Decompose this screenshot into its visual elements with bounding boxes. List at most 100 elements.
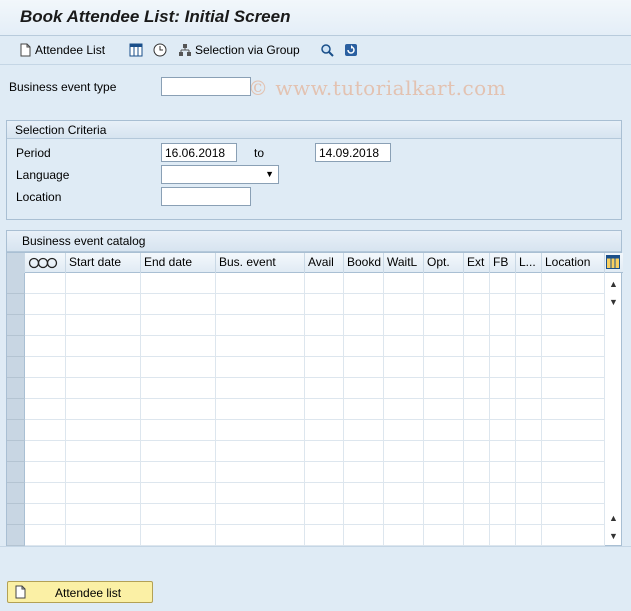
history-button[interactable] bbox=[153, 41, 167, 59]
row-selector[interactable] bbox=[7, 273, 25, 294]
table-cell[interactable] bbox=[424, 336, 464, 357]
table-cell[interactable] bbox=[216, 525, 305, 546]
row-selector[interactable] bbox=[7, 483, 25, 504]
table-cell[interactable] bbox=[216, 462, 305, 483]
table-cell[interactable] bbox=[66, 273, 141, 294]
table-cell[interactable] bbox=[464, 315, 490, 336]
period-from-input[interactable] bbox=[161, 143, 237, 162]
table-cell[interactable] bbox=[490, 483, 516, 504]
table-cell[interactable] bbox=[216, 294, 305, 315]
table-cell[interactable] bbox=[516, 315, 542, 336]
table-cell[interactable] bbox=[490, 462, 516, 483]
table-cell[interactable] bbox=[25, 462, 66, 483]
table-cell[interactable] bbox=[66, 357, 141, 378]
table-cell[interactable] bbox=[384, 315, 424, 336]
chevron-down-icon[interactable]: ▼ bbox=[265, 169, 274, 179]
table-row[interactable] bbox=[7, 525, 605, 546]
table-cell[interactable] bbox=[424, 273, 464, 294]
table-cell[interactable] bbox=[66, 420, 141, 441]
table-cell[interactable] bbox=[384, 378, 424, 399]
column-header-ext[interactable]: Ext bbox=[464, 253, 490, 273]
table-cell[interactable] bbox=[490, 315, 516, 336]
column-header-location[interactable]: Location bbox=[542, 253, 605, 273]
table-cell[interactable] bbox=[25, 483, 66, 504]
table-cell[interactable] bbox=[464, 462, 490, 483]
table-cell[interactable] bbox=[516, 357, 542, 378]
table-cell[interactable] bbox=[516, 462, 542, 483]
table-cell[interactable] bbox=[424, 525, 464, 546]
table-cell[interactable] bbox=[542, 294, 605, 315]
table-cell[interactable] bbox=[516, 294, 542, 315]
table-cell[interactable] bbox=[490, 357, 516, 378]
table-row[interactable] bbox=[7, 441, 605, 462]
table-cell[interactable] bbox=[305, 441, 344, 462]
table-cell[interactable] bbox=[542, 378, 605, 399]
table-cell[interactable] bbox=[66, 336, 141, 357]
layout-button[interactable] bbox=[129, 41, 143, 59]
selection-via-group-button[interactable]: Selection via Group bbox=[178, 41, 300, 59]
table-cell[interactable] bbox=[542, 462, 605, 483]
table-cell[interactable] bbox=[25, 357, 66, 378]
table-cell[interactable] bbox=[384, 357, 424, 378]
column-header-start-date[interactable]: Start date bbox=[66, 253, 141, 273]
row-selector[interactable] bbox=[7, 462, 25, 483]
table-cell[interactable] bbox=[25, 315, 66, 336]
table-cell[interactable] bbox=[464, 399, 490, 420]
table-cell[interactable] bbox=[25, 336, 66, 357]
table-cell[interactable] bbox=[384, 273, 424, 294]
table-cell[interactable] bbox=[384, 525, 424, 546]
row-selector[interactable] bbox=[7, 357, 25, 378]
table-cell[interactable] bbox=[25, 273, 66, 294]
table-cell[interactable] bbox=[25, 378, 66, 399]
row-selector[interactable] bbox=[7, 399, 25, 420]
table-cell[interactable] bbox=[384, 294, 424, 315]
row-selector[interactable] bbox=[7, 294, 25, 315]
table-cell[interactable] bbox=[542, 504, 605, 525]
column-header-fb[interactable]: FB bbox=[490, 253, 516, 273]
row-selector[interactable] bbox=[7, 504, 25, 525]
table-cell[interactable] bbox=[66, 504, 141, 525]
table-cell[interactable] bbox=[305, 504, 344, 525]
table-cell[interactable] bbox=[464, 483, 490, 504]
find-button[interactable] bbox=[320, 41, 334, 59]
table-cell[interactable] bbox=[490, 273, 516, 294]
table-row[interactable] bbox=[7, 294, 605, 315]
location-input[interactable] bbox=[161, 187, 251, 206]
column-header-l[interactable]: L... bbox=[516, 253, 542, 273]
table-cell[interactable] bbox=[490, 441, 516, 462]
table-cell[interactable] bbox=[464, 441, 490, 462]
table-cell[interactable] bbox=[25, 420, 66, 441]
row-selector[interactable] bbox=[7, 378, 25, 399]
table-cell[interactable] bbox=[516, 441, 542, 462]
table-row[interactable] bbox=[7, 357, 605, 378]
table-cell[interactable] bbox=[25, 294, 66, 315]
table-cell[interactable] bbox=[516, 399, 542, 420]
table-cell[interactable] bbox=[516, 420, 542, 441]
business-event-type-input[interactable] bbox=[161, 77, 251, 96]
table-cell[interactable] bbox=[516, 378, 542, 399]
table-cell[interactable] bbox=[141, 357, 216, 378]
scroll-page-down-button[interactable]: ▼ bbox=[605, 527, 622, 545]
table-cell[interactable] bbox=[141, 462, 216, 483]
table-row[interactable] bbox=[7, 273, 605, 294]
table-row[interactable] bbox=[7, 336, 605, 357]
table-cell[interactable] bbox=[516, 483, 542, 504]
table-cell[interactable] bbox=[516, 525, 542, 546]
table-cell[interactable] bbox=[66, 525, 141, 546]
table-cell[interactable] bbox=[542, 420, 605, 441]
table-cell[interactable] bbox=[344, 273, 384, 294]
table-row[interactable] bbox=[7, 504, 605, 525]
table-cell[interactable] bbox=[141, 483, 216, 504]
table-cell[interactable] bbox=[490, 420, 516, 441]
table-cell[interactable] bbox=[141, 315, 216, 336]
table-cell[interactable] bbox=[66, 315, 141, 336]
table-cell[interactable] bbox=[542, 357, 605, 378]
table-cell[interactable] bbox=[344, 441, 384, 462]
column-config-button[interactable] bbox=[605, 253, 622, 273]
table-cell[interactable] bbox=[516, 273, 542, 294]
table-cell[interactable] bbox=[25, 504, 66, 525]
table-cell[interactable] bbox=[141, 399, 216, 420]
table-cell[interactable] bbox=[464, 336, 490, 357]
attendee-list-toolbar-button[interactable]: Attendee List bbox=[18, 41, 105, 59]
table-cell[interactable] bbox=[490, 525, 516, 546]
